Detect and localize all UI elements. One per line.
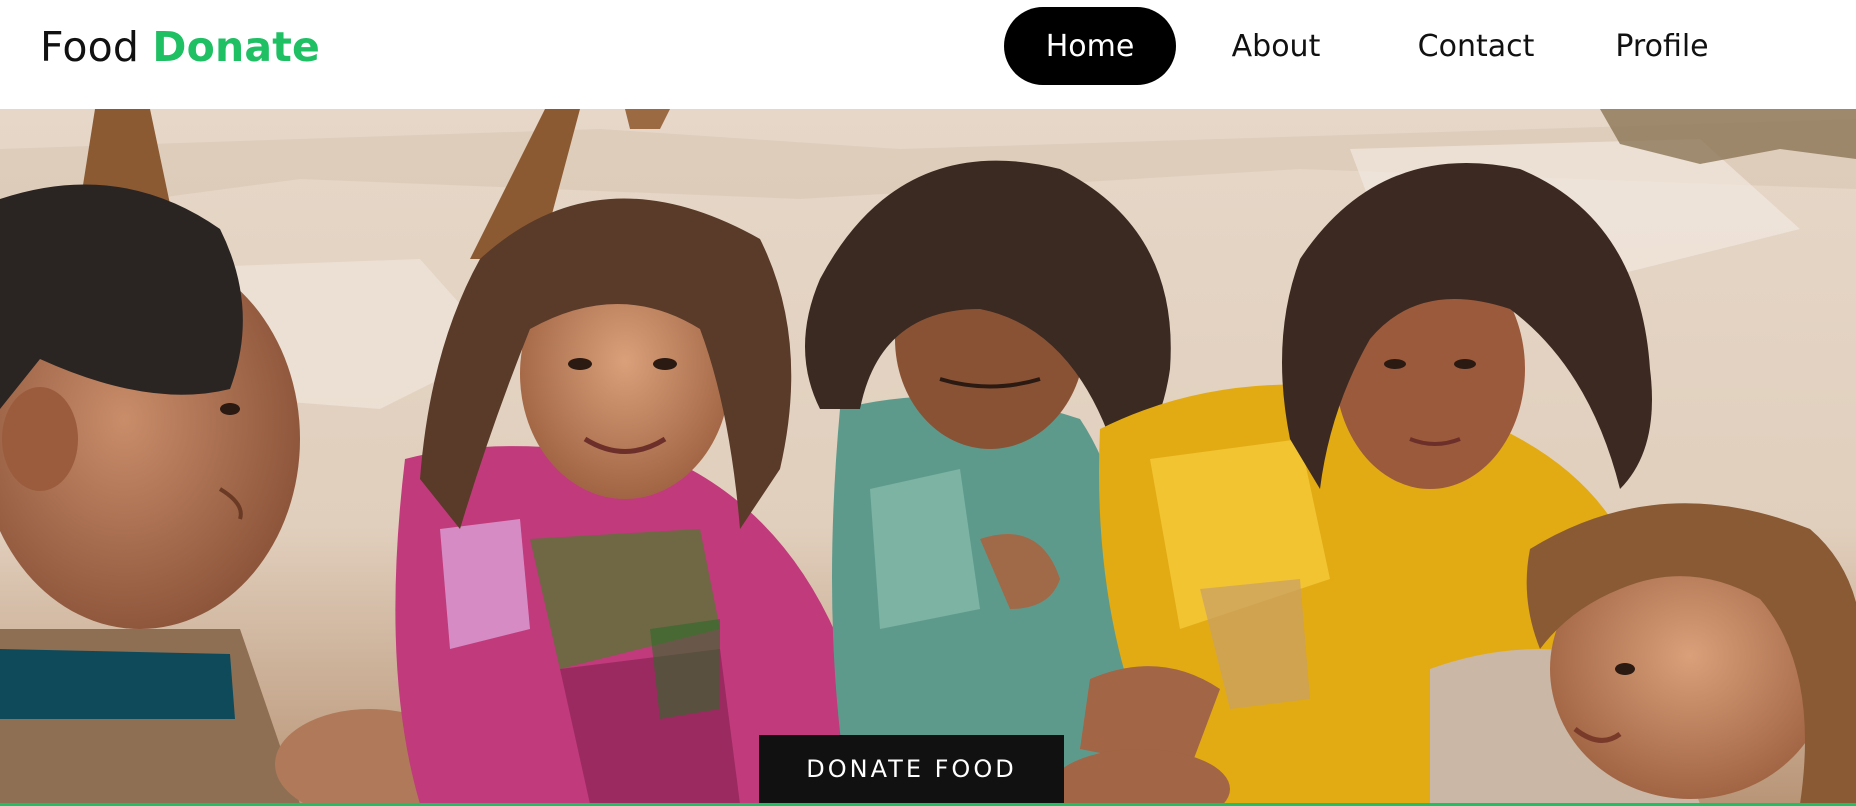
nav-links: Home About Contact Profile [1004, 7, 1748, 85]
donate-food-button[interactable]: DONATE FOOD [759, 735, 1064, 803]
brand-name-part2: Donate [152, 23, 321, 71]
brand-logo[interactable]: Food Donate [40, 22, 320, 72]
hero-image [0, 109, 1856, 804]
nav-item-contact[interactable]: Contact [1376, 7, 1576, 85]
nav-item-profile[interactable]: Profile [1576, 7, 1748, 85]
nav-item-about[interactable]: About [1176, 7, 1376, 85]
brand-name-part1: Food [40, 23, 153, 71]
photo-icon [0, 109, 1856, 804]
navbar: Food Donate Home About Contact Profile [0, 0, 1856, 109]
nav-item-home[interactable]: Home [1004, 7, 1176, 85]
